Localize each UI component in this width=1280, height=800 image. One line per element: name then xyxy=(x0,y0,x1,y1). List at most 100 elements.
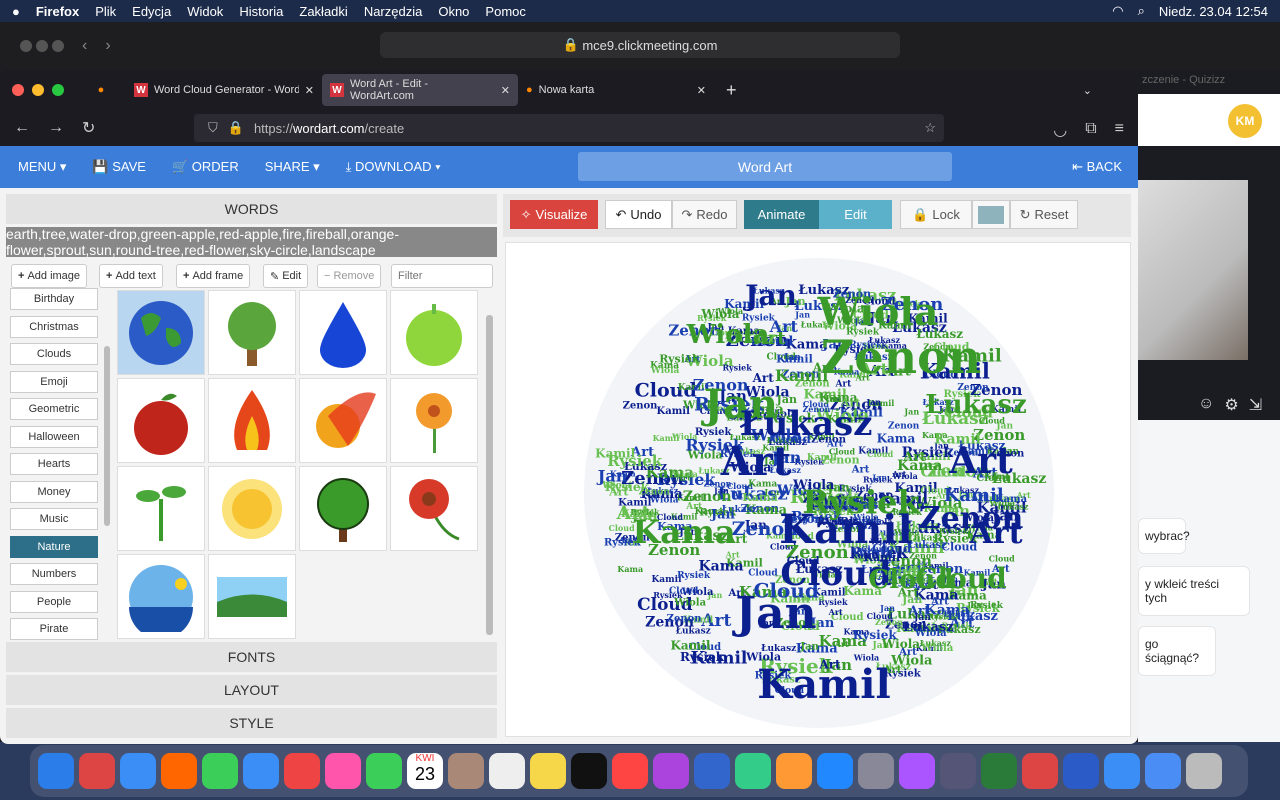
dock-app-icon[interactable] xyxy=(1145,753,1181,789)
new-tab-button[interactable]: + xyxy=(714,80,749,101)
section-words[interactable]: WORDS xyxy=(6,194,497,224)
dock-app-icon[interactable] xyxy=(202,753,238,789)
shape-tree[interactable] xyxy=(208,290,296,375)
dock-app-icon[interactable] xyxy=(79,753,115,789)
dock-app-icon[interactable] xyxy=(1022,753,1058,789)
close-icon[interactable]: ✕ xyxy=(305,84,314,97)
app-menu[interactable]: Firefox xyxy=(36,4,79,19)
shape-orange-flower[interactable] xyxy=(390,378,478,463)
category-pirate[interactable]: Pirate xyxy=(10,618,98,640)
shape-sun[interactable] xyxy=(208,466,296,551)
category-christmas[interactable]: Christmas xyxy=(10,315,98,338)
pocket-icon[interactable]: ◡ xyxy=(1053,120,1067,140)
dock-app-icon[interactable] xyxy=(489,753,525,789)
menu-button[interactable]: MENU ▾ xyxy=(18,159,66,175)
category-geometric[interactable]: Geometric xyxy=(10,398,98,420)
shape-green-apple[interactable] xyxy=(390,290,478,375)
category-nature[interactable]: Nature xyxy=(10,535,98,558)
category-halloween[interactable]: Halloween xyxy=(10,425,98,448)
clock[interactable]: Niedz. 23.04 12:54 xyxy=(1159,4,1268,19)
edit-mode-button[interactable]: Edit xyxy=(819,200,892,229)
redo-button[interactable]: ↷ Redo xyxy=(672,200,737,229)
shape-round-tree[interactable] xyxy=(299,466,387,551)
menu-item[interactable]: Okno xyxy=(438,4,469,19)
extensions-icon[interactable]: ⧉ xyxy=(1085,120,1096,140)
shape-landscape[interactable] xyxy=(208,554,296,639)
undo-button[interactable]: ↶ Undo xyxy=(605,200,672,229)
reload-icon[interactable]: ↻ xyxy=(82,118,95,138)
menu-item[interactable]: Edycja xyxy=(132,4,171,19)
gear-icon[interactable]: ⚙ xyxy=(1224,395,1238,415)
filter-input[interactable] xyxy=(391,264,493,288)
add-image-button[interactable]: + Add image xyxy=(11,264,88,288)
dock-app-icon[interactable] xyxy=(776,753,812,789)
remove-button[interactable]: − Remove xyxy=(317,264,382,288)
menu-item[interactable]: Narzędzia xyxy=(364,4,423,19)
dock-app-icon[interactable] xyxy=(735,753,771,789)
share-button[interactable]: SHARE ▾ xyxy=(265,159,320,175)
artwork-title-input[interactable]: Word Art xyxy=(578,152,952,181)
chat-icon[interactable]: ☺ xyxy=(1198,395,1214,415)
chevron-down-icon[interactable]: ⌄ xyxy=(1083,84,1092,97)
category-scrollbar[interactable] xyxy=(104,346,110,526)
shape-earth[interactable] xyxy=(117,290,205,375)
close-icon[interactable]: ✕ xyxy=(697,84,706,97)
dock-app-icon[interactable]: KWI 23 xyxy=(407,753,443,789)
dock-app-icon[interactable] xyxy=(1063,753,1099,789)
outer-address-bar[interactable]: 🔒 mce9.clickmeeting.com xyxy=(380,32,900,58)
dock-app-icon[interactable] xyxy=(981,753,1017,789)
dock-app-icon[interactable] xyxy=(1104,753,1140,789)
menu-item[interactable]: Zakładki xyxy=(299,4,347,19)
animate-button[interactable]: Animate xyxy=(744,200,819,229)
order-button[interactable]: 🛒 ORDER xyxy=(172,159,239,175)
dock-app-icon[interactable] xyxy=(571,753,607,789)
category-people[interactable]: People xyxy=(10,590,98,613)
section-layout[interactable]: LAYOUT xyxy=(6,675,497,705)
shape-fireball[interactable] xyxy=(299,378,387,463)
reset-button[interactable]: ↻ Reset xyxy=(1010,200,1078,229)
lock-button[interactable]: 🔒 Lock xyxy=(900,200,972,229)
back-button[interactable]: ⇤ BACK xyxy=(1072,159,1122,175)
wifi-icon[interactable]: ◠ xyxy=(1112,3,1123,19)
shape-red-flower[interactable] xyxy=(390,466,478,551)
category-birthday[interactable]: Birthday xyxy=(10,288,98,310)
dock-app-icon[interactable] xyxy=(325,753,361,789)
dock-app-icon[interactable] xyxy=(858,753,894,789)
dock-app-icon[interactable] xyxy=(653,753,689,789)
color-swatch-button[interactable] xyxy=(972,200,1010,229)
dock-app-icon[interactable] xyxy=(38,753,74,789)
forward-icon[interactable]: › xyxy=(105,37,110,55)
close-icon[interactable]: ✕ xyxy=(501,84,510,97)
menu-item[interactable]: Pomoc xyxy=(485,4,525,19)
shape-red-apple[interactable] xyxy=(117,378,205,463)
section-fonts[interactable]: FONTS xyxy=(6,642,497,672)
minimize-icon[interactable]: ⇲ xyxy=(1249,395,1262,415)
hamburger-menu-icon[interactable]: ≡ xyxy=(1115,120,1124,140)
dock-app-icon[interactable] xyxy=(243,753,279,789)
search-icon[interactable]: ⌕ xyxy=(1138,3,1145,19)
tab-new[interactable]: ● Nowa karta ✕ xyxy=(518,74,714,106)
side-tab[interactable]: zczenie - Quizizz xyxy=(1138,70,1280,94)
bookmark-star-icon[interactable]: ☆ xyxy=(924,120,936,136)
dock-app-icon[interactable] xyxy=(1186,753,1222,789)
add-text-button[interactable]: + Add text xyxy=(99,264,163,288)
dock-app-icon[interactable] xyxy=(448,753,484,789)
dock-app-icon[interactable] xyxy=(899,753,935,789)
address-bar[interactable]: ⛉ 🔒 https://wordart.com/create ☆ xyxy=(194,114,944,142)
category-numbers[interactable]: Numbers xyxy=(10,563,98,585)
download-button[interactable]: ⤓ DOWNLOAD ▾ xyxy=(346,159,441,175)
shape-scrollbar[interactable] xyxy=(486,315,493,635)
section-shapes[interactable]: earth,tree,water-drop,green-apple,red-ap… xyxy=(6,226,497,258)
dock-app-icon[interactable] xyxy=(120,753,156,789)
back-icon[interactable]: ‹ xyxy=(82,37,87,55)
category-emoji[interactable]: Emoji xyxy=(10,370,98,393)
menu-item[interactable]: Historia xyxy=(239,4,283,19)
back-icon[interactable]: ← xyxy=(14,119,30,137)
save-button[interactable]: 💾 SAVE xyxy=(92,159,146,175)
avatar[interactable]: KM xyxy=(1228,104,1262,138)
tab-word-cloud-generator[interactable]: W Word Cloud Generator - WordArt ✕ xyxy=(126,74,322,106)
category-hearts[interactable]: Hearts xyxy=(10,453,98,475)
section-style[interactable]: STYLE xyxy=(6,708,497,738)
word-art-canvas[interactable]: Wiola Art Łukasz Wiola Kama Wiola Wiola Jan Clou… xyxy=(505,242,1131,737)
dock-app-icon[interactable] xyxy=(694,753,730,789)
